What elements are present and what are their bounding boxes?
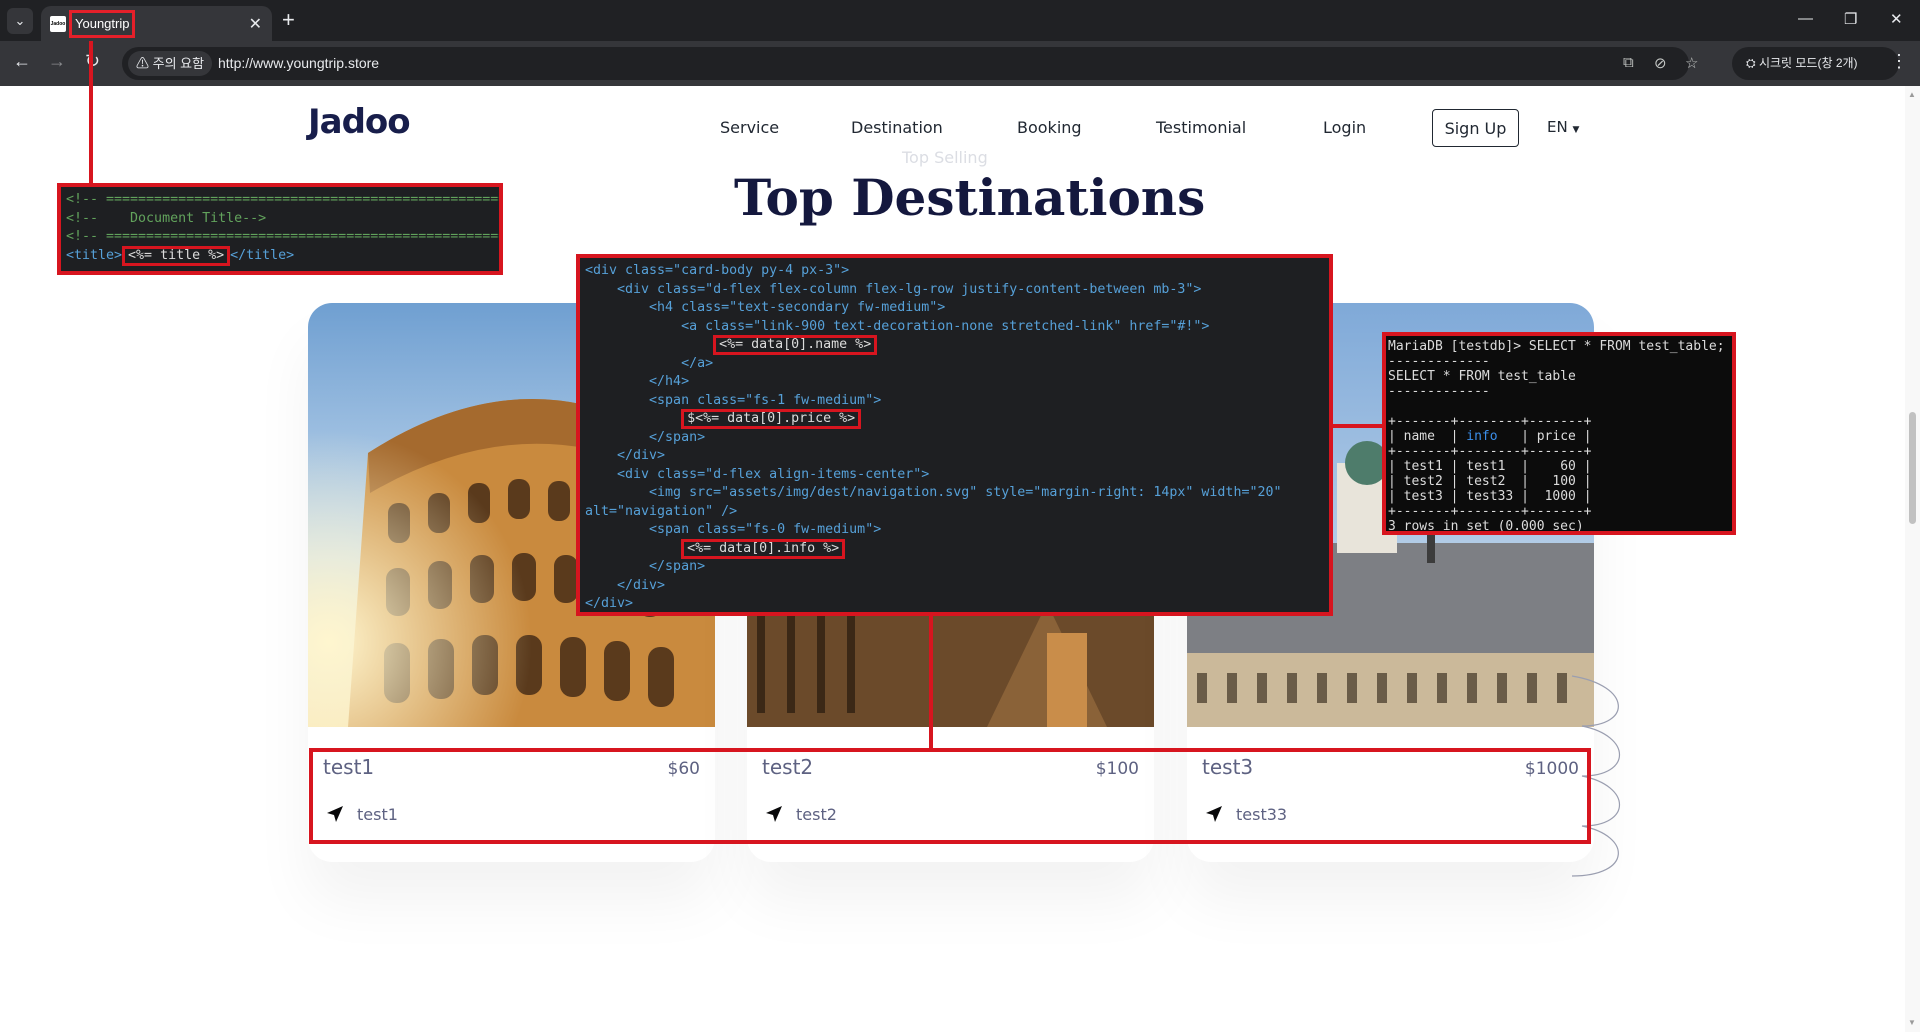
sql-cell: test1 [1403,459,1443,474]
connector-line [929,612,933,749]
sql-separator: ------------- [1388,384,1490,399]
site-favicon-icon: Jadoo [50,16,66,32]
sql-cell: test33 [1466,489,1514,504]
sql-terminal-output: MariaDB [testdb]> SELECT * FROM test_tab… [1382,332,1736,535]
translate-icon[interactable]: ⧉ [1623,54,1634,71]
sql-cell: test2 [1466,474,1506,489]
code-line: </h4> [585,374,690,389]
sql-col-info: info [1466,429,1498,444]
nav-service[interactable]: Service [720,118,779,137]
scroll-down-icon[interactable]: ▼ [1908,1018,1916,1027]
section-heading: Top Destinations [734,168,1206,227]
scroll-up-icon[interactable]: ▲ [1908,90,1916,99]
code-line: </a> [585,355,714,371]
sql-cell: 60 [1560,459,1576,474]
code-line: <div class="card-body py-4 px-3"> [585,263,850,278]
security-label: 주의 요함 [152,56,205,71]
forward-icon[interactable]: → [48,51,66,72]
code-info-expression: <%= data[0].info %> [681,538,846,559]
connector-line [1332,424,1385,428]
sql-cell: 1000 [1544,489,1576,504]
browser-menu-icon[interactable]: ⋮ [1890,51,1908,72]
code-title-open: <title> [66,247,123,263]
page-scrollbar[interactable]: ▲ ▼ [1905,86,1920,1032]
card-body-highlight-box [309,748,1591,844]
nav-testimonial[interactable]: Testimonial [1156,118,1246,137]
code-comment: <!-- Document Title--> [66,210,267,226]
nav-login[interactable]: Login [1323,118,1366,137]
code-line: <h4 class="text-secondary fw-medium"> [585,300,946,315]
code-title-expression: <%= title %> [122,245,231,266]
eye-off-icon[interactable]: ⊘ [1654,54,1667,72]
code-comment: <!-- ===================================… [66,229,503,244]
tab-title: Youngtrip [69,10,136,38]
tab-search-button[interactable]: ⌄ [7,8,33,34]
sql-cell: 100 [1552,474,1576,489]
browser-tabstrip: ⌄ Jadoo Youngtrip ✕ + — ❐ ✕ [0,0,1920,41]
sql-border: +-------+--------+-------+ [1388,414,1592,429]
back-icon[interactable]: ← [13,51,31,72]
caret-down-icon: ▼ [1572,125,1580,135]
sql-col-name: name [1403,429,1435,444]
sql-col-price: price [1536,429,1576,444]
address-bar[interactable]: ⚠ 주의 요함 http://www.youngtrip.store ⧉ ⊘ ☆ [122,47,1698,80]
code-line: <span class="fs-1 fw-medium"> [585,392,882,408]
tab-close-icon[interactable]: ✕ [249,14,262,34]
sql-cell: test3 [1403,489,1443,504]
sql-border: +-------+--------+-------+ [1388,504,1592,519]
incognito-label: 시크릿 모드(창 2개) [1758,56,1858,70]
code-line: <a class="link-900 text-decoration-none … [585,318,1210,334]
sql-separator: ------------- [1388,354,1490,369]
star-icon[interactable]: ☆ [1685,54,1698,72]
sql-cell: test2 [1403,474,1443,489]
code-line: </div> [585,448,666,463]
incognito-chip[interactable]: ⛭ 시크릿 모드(창 2개) [1732,47,1899,80]
sql-prompt: MariaDB [testdb]> SELECT * FROM test_tab… [1388,339,1725,354]
code-line: </div> [585,577,666,593]
scroll-thumb[interactable] [1909,412,1916,524]
new-tab-button[interactable]: + [282,8,295,32]
minimize-icon[interactable]: — [1798,10,1813,27]
code-line: </span> [585,559,706,574]
security-warning-chip[interactable]: ⚠ 주의 요함 [128,51,213,76]
chevron-down-icon: ⌄ [14,13,26,28]
browser-toolbar: ← → ↻ ⚠ 주의 요함 http://www.youngtrip.store… [0,41,1920,86]
code-line: <div class="d-flex flex-column flex-lg-r… [585,281,1202,297]
nav-booking[interactable]: Booking [1017,118,1082,137]
connector-line [89,41,93,183]
code-line: alt="navigation" /> [585,503,738,519]
section-subtitle: Top Selling [902,148,988,167]
close-window-icon[interactable]: ✕ [1890,10,1903,28]
language-label: EN [1547,118,1568,136]
sql-cell: test1 [1466,459,1506,474]
card-template-code: <div class="card-body py-4 px-3"> <div c… [576,254,1333,616]
sql-footer: 3 rows in set (0.000 sec) [1388,519,1584,534]
code-line: <div class="d-flex align-items-center"> [585,466,930,482]
browser-tab[interactable]: Jadoo Youngtrip ✕ [41,6,272,41]
code-title-close: </title> [230,247,295,263]
title-code-snippet: <!-- ===================================… [57,183,503,275]
language-select[interactable]: EN ▼ [1547,118,1579,136]
url-text[interactable]: http://www.youngtrip.store [218,55,379,71]
signup-button[interactable]: Sign Up [1432,109,1519,147]
code-line: <img src="assets/img/dest/navigation.svg… [585,485,1282,500]
nav-destination[interactable]: Destination [851,118,943,137]
code-line: </div> [585,596,634,611]
site-logo[interactable]: Jadoo [308,102,411,142]
sql-border: +-------+--------+-------+ [1388,444,1592,459]
code-comment: <!-- ===================================… [66,192,503,207]
incognito-icon: ⛭ [1746,56,1759,70]
restore-icon[interactable]: ❐ [1844,10,1857,28]
code-line: <span class="fs-0 fw-medium"> [585,522,882,537]
code-name-expression: <%= data[0].name %> [713,335,878,355]
sql-query: SELECT * FROM test_table [1388,369,1576,384]
code-price-expression: $<%= data[0].price %> [681,409,862,429]
warning-icon: ⚠ [136,56,153,71]
code-line: </span> [585,429,706,445]
